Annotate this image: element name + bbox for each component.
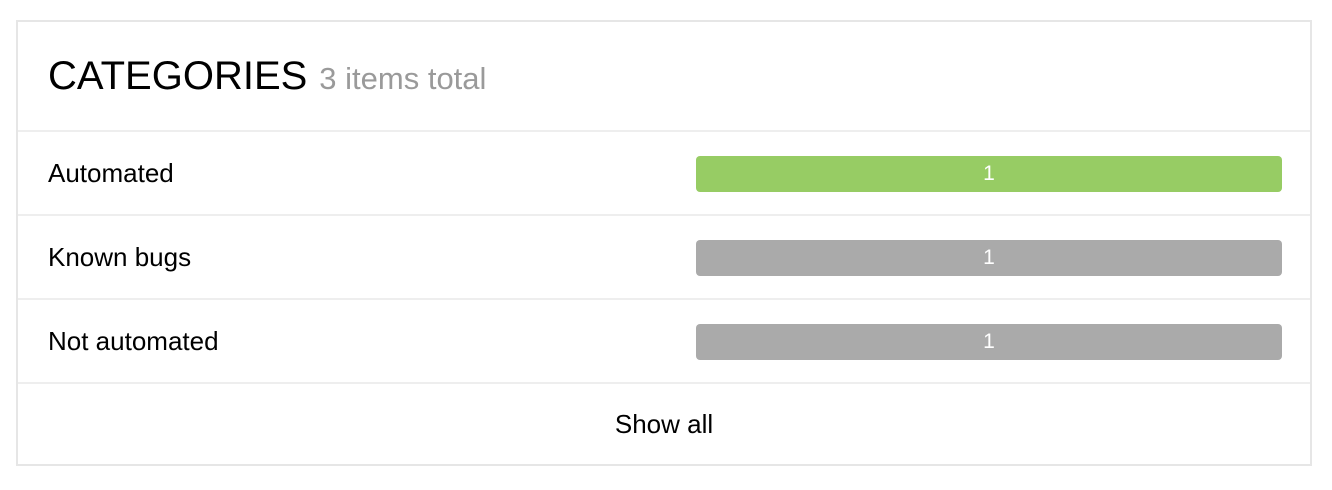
category-row-automated[interactable]: Automated 1 xyxy=(18,132,1310,216)
show-all-button[interactable]: Show all xyxy=(615,409,713,440)
category-row-not-automated[interactable]: Not automated 1 xyxy=(18,300,1310,384)
category-label: Known bugs xyxy=(48,242,192,272)
items-total-count: 3 items total xyxy=(319,61,487,96)
widget-title: CATEGORIES xyxy=(48,53,308,98)
widget-footer: Show all xyxy=(18,384,1310,464)
category-label: Automated xyxy=(48,158,174,188)
category-count-bar: 1 xyxy=(696,156,1282,192)
category-count-bar: 1 xyxy=(696,324,1282,360)
categories-widget: CATEGORIES 3 items total Automated 1 Kno… xyxy=(16,20,1312,466)
category-row-known-bugs[interactable]: Known bugs 1 xyxy=(18,216,1310,300)
widget-header: CATEGORIES 3 items total xyxy=(18,22,1310,132)
category-count-bar: 1 xyxy=(696,240,1282,276)
category-label: Not automated xyxy=(48,326,219,356)
